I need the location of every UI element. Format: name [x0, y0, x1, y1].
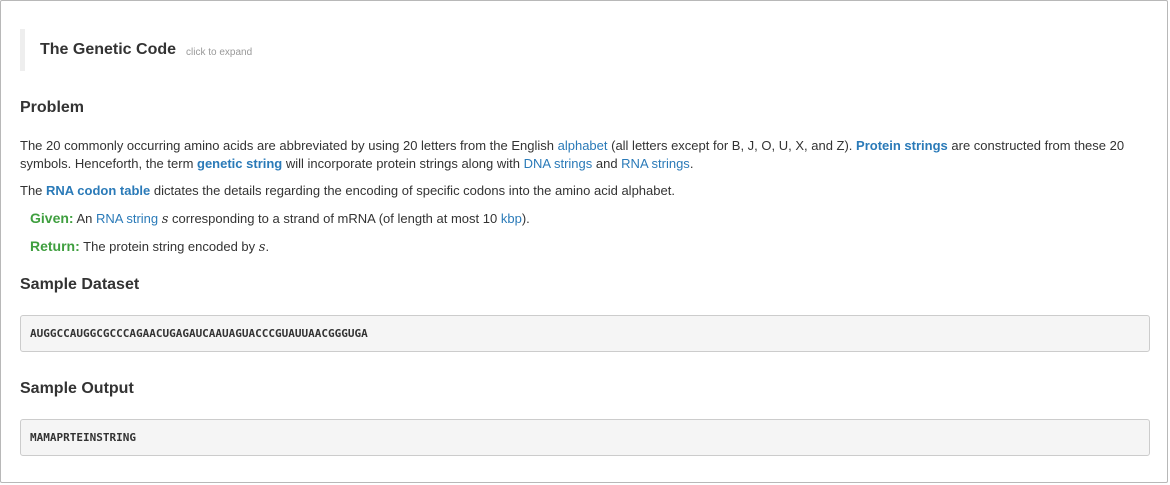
rna-codon-table-link[interactable]: RNA codon table	[46, 183, 150, 198]
given-line: Given: An RNA string s corresponding to …	[30, 209, 1160, 229]
rna-strings-link[interactable]: RNA strings	[621, 156, 690, 171]
problem-paragraph-1: The 20 commonly occurring amino acids ar…	[20, 137, 1150, 173]
p1-text-2: (all letters except for B, J, O, U, X, a…	[607, 138, 857, 153]
given-text-2: corresponding to a strand of mRNA (of le…	[168, 211, 501, 226]
kbp-link[interactable]: kbp	[501, 211, 522, 226]
genetic-code-expander[interactable]: The Genetic Code click to expand	[20, 29, 1148, 71]
expander-hint[interactable]: click to expand	[186, 47, 252, 58]
rna-string-link[interactable]: RNA string	[96, 211, 158, 226]
return-text-2: .	[265, 239, 270, 254]
p1-text-4: will incorporate protein strings along w…	[282, 156, 524, 171]
sample-output-heading: Sample Output	[20, 380, 134, 397]
return-label: Return:	[30, 238, 80, 254]
protein-strings-link[interactable]: Protein strings	[856, 138, 948, 153]
given-label: Given:	[30, 210, 74, 226]
genetic-string-link[interactable]: genetic string	[197, 156, 282, 171]
dna-strings-link[interactable]: DNA strings	[524, 156, 593, 171]
problem-paragraph-2: The RNA codon table dictates the details…	[20, 182, 1150, 200]
p2-text-1: The	[20, 183, 47, 198]
expander-title[interactable]: The Genetic Code	[40, 41, 176, 59]
p1-text-6: .	[689, 156, 694, 171]
given-text-1: An	[73, 211, 96, 226]
sample-output-box[interactable]: MAMAPRTEINSTRING	[20, 419, 1150, 456]
sample-dataset-box[interactable]: AUGGCCAUGGCGCCCAGAACUGAGAUCAAUAGUACCCGUA…	[20, 315, 1150, 352]
p1-text-5: and	[592, 156, 622, 171]
p2-text-2: dictates the details regarding the encod…	[150, 183, 675, 198]
return-text-1: The protein string encoded by	[79, 239, 259, 254]
return-line: Return: The protein string encoded by s.	[30, 237, 1160, 257]
sample-dataset-heading: Sample Dataset	[20, 276, 140, 293]
alphabet-link[interactable]: alphabet	[558, 138, 608, 153]
problem-heading: Problem	[20, 99, 85, 116]
given-text-3: ).	[521, 211, 530, 226]
p1-text-1: The 20 commonly occurring amino acids ar…	[20, 138, 558, 153]
